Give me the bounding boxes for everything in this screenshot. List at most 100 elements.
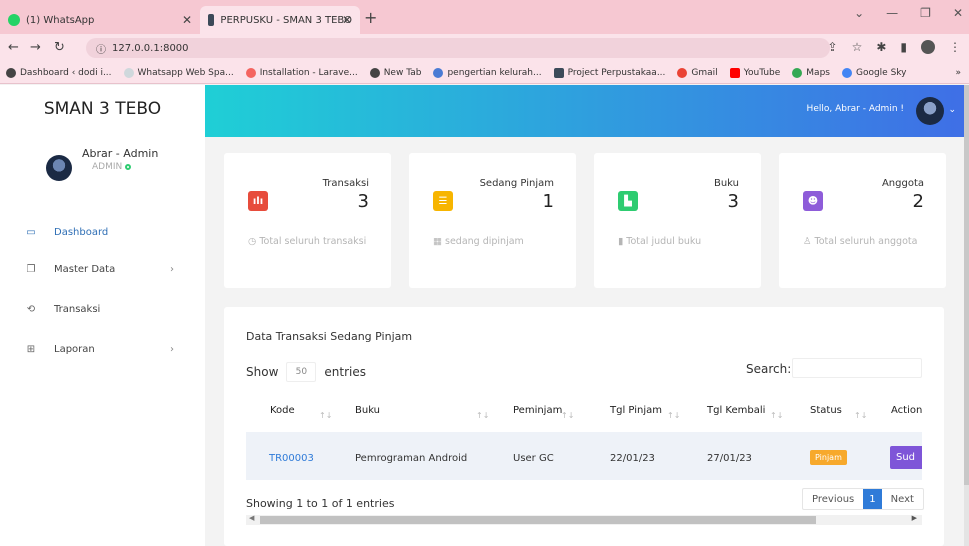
show-label: Show bbox=[246, 365, 279, 379]
card-value: 2 bbox=[912, 191, 924, 212]
column-header-peminjam[interactable]: Peminjam bbox=[513, 405, 562, 416]
sort-icon[interactable]: ↑↓ bbox=[854, 411, 867, 420]
url-input[interactable]: ⓘ 127.0.0.1:8000 bbox=[86, 38, 830, 58]
column-header-tgl-kembali[interactable]: Tgl Kembali bbox=[707, 405, 765, 416]
chevron-down-icon[interactable]: ⌄ bbox=[854, 6, 864, 20]
brand-title[interactable]: SMAN 3 TEBO bbox=[0, 99, 205, 119]
tab-whatsapp[interactable]: (1) WhatsApp ✕ bbox=[0, 6, 200, 34]
chevron-down-icon[interactable]: ⌄ bbox=[948, 105, 956, 115]
scroll-left-icon[interactable]: ◀ bbox=[249, 514, 254, 522]
search-input[interactable] bbox=[792, 358, 922, 378]
list-icon: ☰ bbox=[433, 191, 453, 211]
reload-icon[interactable]: ↻ bbox=[54, 40, 65, 55]
bookmark-item[interactable]: Google Sky bbox=[841, 67, 907, 78]
sidebar-item-dashboard[interactable]: ▭ Dashboard bbox=[24, 227, 184, 238]
profile-avatar-icon[interactable] bbox=[921, 40, 935, 54]
bookmark-label: Dashboard ‹ dodi i... bbox=[20, 67, 112, 78]
table-info: Showing 1 to 1 of 1 entries bbox=[246, 497, 395, 510]
scrollbar-thumb[interactable] bbox=[260, 516, 816, 524]
column-header-kode[interactable]: Kode bbox=[270, 405, 295, 416]
bookmark-item[interactable]: YouTube bbox=[729, 67, 781, 78]
toolbar-icons: ⇪ ☆ ✱ ▮ ⋮ bbox=[828, 40, 961, 54]
bookmark-item[interactable]: Gmail bbox=[677, 67, 718, 78]
card-label: Sedang Pinjam bbox=[479, 178, 554, 189]
stat-card-anggota: ☻ Anggota 2 ♙ Total seluruh anggota bbox=[779, 153, 946, 288]
card-footer: ▦ sedang dipinjam bbox=[433, 236, 524, 247]
page-scrollbar[interactable] bbox=[964, 85, 969, 546]
close-icon[interactable]: ✕ bbox=[182, 13, 192, 27]
new-tab-button[interactable]: + bbox=[364, 8, 377, 27]
bookmark-item[interactable]: Whatsapp Web Spa... bbox=[123, 67, 234, 78]
bookmark-item[interactable]: Dashboard ‹ dodi i... bbox=[6, 67, 112, 78]
greeting-text[interactable]: Hello, Abrar - Admin ! bbox=[807, 104, 904, 114]
next-button[interactable]: Next bbox=[882, 489, 923, 509]
sidebar-item-label: Master Data bbox=[54, 264, 116, 275]
sidebar-item-laporan[interactable]: ⊞ Laporan › bbox=[24, 344, 184, 355]
bookmark-label: YouTube bbox=[743, 67, 781, 78]
bookmark-item[interactable]: New Tab bbox=[369, 67, 421, 78]
scroll-right-icon[interactable]: ▶ bbox=[912, 514, 917, 522]
action-button[interactable]: Sud bbox=[890, 446, 922, 469]
minimize-button[interactable]: — bbox=[886, 6, 898, 20]
cell-kode[interactable]: TR00003 bbox=[269, 453, 314, 464]
bookmark-icon bbox=[123, 67, 134, 78]
card-footer: ♙ Total seluruh anggota bbox=[803, 236, 918, 247]
bookmark-label: Installation - Larave... bbox=[259, 67, 358, 78]
bookmark-icon bbox=[433, 67, 444, 78]
column-header-action[interactable]: Action bbox=[891, 405, 922, 416]
bookmark-item[interactable]: Installation - Larave... bbox=[245, 67, 358, 78]
bookmark-item[interactable]: Project Perpustakaa... bbox=[553, 67, 665, 78]
column-header-status[interactable]: Status bbox=[810, 405, 842, 416]
sidebar-item-master-data[interactable]: ❐ Master Data › bbox=[24, 264, 184, 275]
stat-card-buku: ▙ Buku 3 ▮ Total judul buku bbox=[594, 153, 761, 288]
forward-icon[interactable]: → bbox=[30, 40, 41, 55]
column-header-buku[interactable]: Buku bbox=[355, 405, 380, 416]
scrollbar-thumb[interactable] bbox=[964, 85, 969, 485]
extensions-icon[interactable]: ✱ bbox=[876, 40, 886, 54]
horizontal-scrollbar[interactable]: ◀ ▶ bbox=[246, 514, 922, 525]
cell-peminjam: User GC bbox=[513, 453, 554, 464]
site-favicon-icon bbox=[208, 14, 215, 26]
close-icon[interactable]: ✕ bbox=[342, 13, 352, 27]
sort-icon[interactable]: ↑↓ bbox=[476, 411, 489, 420]
maximize-button[interactable]: ❐ bbox=[920, 6, 931, 20]
profile-role: ADMIN bbox=[92, 162, 132, 172]
share-icon[interactable]: ⇪ bbox=[828, 40, 838, 54]
sort-icon[interactable]: ↑↓ bbox=[770, 411, 783, 420]
card-label: Anggota bbox=[881, 178, 924, 189]
tab-title: PERPUSKU - SMAN 3 TEBO bbox=[220, 14, 352, 26]
stat-card-sedang-pinjam: ☰ Sedang Pinjam 1 ▦ sedang dipinjam bbox=[409, 153, 576, 288]
page-button-current[interactable]: 1 bbox=[863, 489, 882, 509]
sort-icon[interactable]: ↑↓ bbox=[561, 411, 574, 420]
star-icon[interactable]: ☆ bbox=[852, 40, 863, 54]
bookmark-icon bbox=[6, 67, 16, 78]
sidepanel-icon[interactable]: ▮ bbox=[900, 40, 907, 54]
google-icon bbox=[841, 67, 852, 78]
sidebar-item-label: Laporan bbox=[54, 344, 95, 355]
back-icon[interactable]: ← bbox=[8, 40, 19, 55]
avatar bbox=[46, 155, 72, 181]
bookmark-icon bbox=[369, 67, 380, 78]
entries-select[interactable]: 50 bbox=[286, 362, 317, 382]
browser-tab-bar: (1) WhatsApp ✕ PERPUSKU - SMAN 3 TEBO ✕ … bbox=[0, 0, 969, 34]
sort-icon[interactable]: ↑↓ bbox=[319, 411, 332, 420]
card-footer: ◷ Total seluruh transaksi bbox=[248, 236, 367, 247]
pagination: Previous 1 Next bbox=[802, 488, 924, 510]
bookmark-item[interactable]: pengertian kelurah... bbox=[433, 67, 542, 78]
previous-button[interactable]: Previous bbox=[803, 489, 863, 509]
sidebar-item-transaksi[interactable]: ⟲ Transaksi bbox=[24, 304, 184, 315]
card-value: 1 bbox=[542, 191, 554, 212]
book-icon: ▙ bbox=[618, 191, 638, 211]
avatar[interactable] bbox=[916, 97, 944, 125]
sort-icon[interactable]: ↑↓ bbox=[667, 411, 680, 420]
copy-icon: ❐ bbox=[26, 264, 36, 275]
menu-icon[interactable]: ⋮ bbox=[949, 40, 961, 54]
more-bookmarks-icon[interactable]: » bbox=[955, 68, 961, 78]
bookmark-item[interactable]: Maps bbox=[792, 67, 830, 78]
close-window-button[interactable]: ✕ bbox=[953, 6, 963, 20]
calendar-icon: ▦ bbox=[433, 236, 445, 247]
column-header-tgl-pinjam[interactable]: Tgl Pinjam bbox=[610, 405, 662, 416]
entries-control: Show 50 entries bbox=[246, 362, 366, 382]
url-text: 127.0.0.1:8000 bbox=[112, 42, 189, 54]
tab-perpusku[interactable]: PERPUSKU - SMAN 3 TEBO ✕ bbox=[200, 6, 360, 34]
